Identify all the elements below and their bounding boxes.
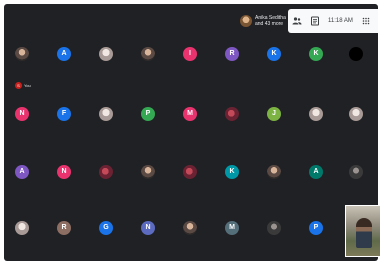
participant-avatar[interactable] <box>141 47 155 61</box>
participant-avatar[interactable]: I <box>183 47 197 61</box>
participant-avatar[interactable]: K <box>309 47 323 61</box>
participant-avatar[interactable] <box>349 107 363 121</box>
participant-initial: N <box>19 110 25 117</box>
participant-avatar[interactable]: F <box>57 107 71 121</box>
presenter-avatar <box>240 15 252 27</box>
participant-initial: M <box>229 224 235 231</box>
participant-avatar[interactable] <box>349 165 363 179</box>
self-initial-badge: S <box>15 82 22 89</box>
grid-view-icon[interactable] <box>361 16 371 26</box>
participant-initial: R <box>61 224 67 231</box>
participant-avatar[interactable]: A <box>57 47 71 61</box>
participant-avatar[interactable] <box>99 165 113 179</box>
participant-initial: P <box>313 224 319 231</box>
participant-avatar[interactable]: N <box>141 221 155 235</box>
self-video-preview[interactable] <box>345 205 381 257</box>
participant-avatar[interactable]: N <box>57 165 71 179</box>
participant-initial: M <box>187 110 193 117</box>
participant-initial: F <box>61 110 67 117</box>
presenter-names: Anika Seditha and 43 more <box>255 15 286 27</box>
participant-avatar[interactable]: K <box>225 165 239 179</box>
presenter-more: and 43 more <box>255 21 284 27</box>
self-video-person <box>356 218 372 248</box>
participant-initial: N <box>61 168 67 175</box>
participant-avatar[interactable]: A <box>15 165 29 179</box>
participant-avatar[interactable]: P <box>141 107 155 121</box>
participant-avatar[interactable] <box>267 221 281 235</box>
participant-initial: G <box>103 224 109 231</box>
participant-initial: A <box>313 168 319 175</box>
participant-avatar[interactable]: R <box>225 47 239 61</box>
participant-avatar[interactable]: P <box>309 221 323 235</box>
participant-initial: I <box>189 50 191 57</box>
participant-avatar[interactable] <box>183 165 197 179</box>
participant-avatar[interactable]: M <box>183 107 197 121</box>
participant-avatar[interactable]: R <box>57 221 71 235</box>
participant-initial: R <box>229 50 235 57</box>
meeting-window: A I R K K N F P M J A N K A R G N M P S You <box>4 4 378 261</box>
participant-avatar[interactable] <box>15 221 29 235</box>
participant-avatar[interactable] <box>267 165 281 179</box>
participant-initial: K <box>271 50 277 57</box>
participant-initial: P <box>145 110 151 117</box>
participant-initial: J <box>272 110 276 117</box>
participant-initial: N <box>145 224 151 231</box>
self-label: You <box>24 83 31 88</box>
participant-avatar[interactable]: A <box>309 165 323 179</box>
participant-avatar[interactable] <box>309 107 323 121</box>
top-control-bar: 11:18 AM <box>288 9 378 33</box>
participant-avatar[interactable]: G <box>99 221 113 235</box>
participant-avatar[interactable] <box>349 47 363 61</box>
self-tag: S You <box>15 82 31 89</box>
chat-icon[interactable] <box>310 16 320 26</box>
participant-avatar[interactable]: N <box>15 107 29 121</box>
participant-initial: K <box>229 168 235 175</box>
participant-avatar[interactable] <box>15 47 29 61</box>
participant-avatar[interactable] <box>141 165 155 179</box>
participant-initial: A <box>19 168 25 175</box>
participant-avatar[interactable] <box>99 107 113 121</box>
participant-initial: A <box>61 50 67 57</box>
participant-avatar[interactable]: J <box>267 107 281 121</box>
clock-time: 11:18 AM <box>328 18 353 24</box>
presenter-chip[interactable]: Anika Seditha and 43 more <box>240 12 286 30</box>
participant-avatar[interactable]: K <box>267 47 281 61</box>
participant-avatar[interactable] <box>225 107 239 121</box>
participant-avatar[interactable]: M <box>225 221 239 235</box>
participant-avatar[interactable] <box>99 47 113 61</box>
participant-initial: K <box>313 50 319 57</box>
people-icon[interactable] <box>292 16 302 26</box>
participant-avatar[interactable] <box>183 221 197 235</box>
